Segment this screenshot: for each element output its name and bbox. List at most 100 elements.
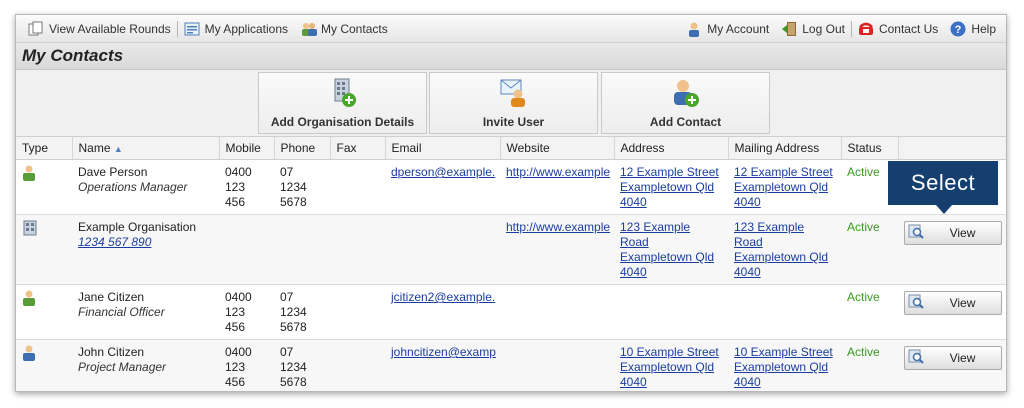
address-line: 10 Example Street [620, 345, 719, 359]
type-cell [16, 284, 72, 340]
person-icon [22, 345, 36, 364]
phone-line: 07 [280, 345, 294, 359]
sort-asc-icon: ▲ [113, 144, 123, 154]
address-line: Road [734, 235, 763, 249]
col-type[interactable]: Type [16, 137, 73, 160]
contact-role: Financial Officer [78, 305, 165, 319]
nav-label: My Contacts [321, 21, 388, 36]
mailing-address-link[interactable]: 12 Example Street Exampletown Qld 4040 [734, 165, 835, 210]
action-cell: View [898, 214, 1006, 285]
name-cell: Jane Citizen Financial Officer [72, 284, 219, 340]
mobile-line: 456 [225, 375, 246, 389]
view-label: View [949, 295, 976, 310]
email-cell: dperson@example. [385, 159, 500, 215]
address-line: 4040 [734, 375, 761, 389]
address-line: 4040 [734, 265, 761, 279]
address-cell: 12 Example Street Exampletown Qld 4040 [614, 159, 728, 215]
nav-view-available-rounds[interactable]: View Available Rounds [22, 21, 177, 37]
mobile-line: 0400 [225, 345, 252, 359]
website-cell [500, 339, 614, 391]
status-badge: Active [847, 220, 880, 234]
address-cell: 123 Example Road Exampletown Qld 4040 [614, 214, 728, 285]
col-name[interactable]: Name ▲ [72, 137, 220, 160]
applications-icon [184, 21, 200, 37]
contact-name: John Citizen [78, 345, 145, 359]
view-button[interactable]: View [904, 291, 1002, 315]
add-organisation-details-button[interactable]: Add Organisation Details [258, 72, 427, 134]
email-link[interactable]: jcitizen2@example. [391, 290, 495, 304]
col-phone[interactable]: Phone [274, 137, 331, 160]
button-label: Add Organisation Details [270, 115, 415, 129]
svg-text:?: ? [955, 24, 962, 36]
col-website[interactable]: Website [500, 137, 615, 160]
mobile-cell: 0400 123 456 [219, 284, 274, 340]
email-link[interactable]: johncitizen@examp [391, 345, 496, 359]
add-contact-button[interactable]: Add Contact [601, 72, 770, 134]
type-cell [16, 214, 72, 285]
button-label: Invite User [482, 115, 545, 129]
phone-line: 5678 [280, 375, 307, 389]
phone-cell: 07 1234 5678 [274, 284, 330, 340]
email-link[interactable]: dperson@example. [391, 165, 495, 179]
website-link[interactable]: http://www.example [506, 220, 610, 234]
address-link[interactable]: 123 Example Road Exampletown Qld 4040 [620, 220, 722, 280]
contact-name: Dave Person [78, 165, 148, 179]
view-label: View [949, 225, 976, 240]
nav-label: Contact Us [878, 21, 939, 36]
address-line: Exampletown Qld [734, 180, 829, 194]
table-row: Jane Citizen Financial Officer 0400 123 456… [16, 284, 1006, 340]
col-mailing-address[interactable]: Mailing Address [728, 137, 842, 160]
rounds-icon [28, 21, 44, 37]
col-email[interactable]: Email [385, 137, 501, 160]
nav-my-applications[interactable]: My Applications [178, 21, 294, 37]
mobile-line: 0400 [225, 165, 252, 179]
nav-help[interactable]: ? Help [944, 21, 1002, 37]
view-button[interactable]: View [904, 346, 1002, 370]
address-link[interactable]: 10 Example Street Exampletown Qld 4040 [620, 345, 722, 390]
nav-label: View Available Rounds [49, 21, 171, 36]
fax-cell [330, 284, 385, 340]
address-line: Exampletown Qld [620, 180, 715, 194]
mailing-address-cell: 123 Example Road Exampletown Qld 4040 [728, 214, 841, 285]
invite-user-button[interactable]: Invite User [429, 72, 598, 134]
address-link[interactable]: 12 Example Street Exampletown Qld 4040 [620, 165, 722, 210]
nav-log-out[interactable]: Log Out [775, 21, 851, 37]
type-cell [16, 159, 72, 215]
nav-contact-us[interactable]: Contact Us [852, 21, 944, 37]
col-status[interactable]: Status [841, 137, 899, 160]
add-contact-icon [671, 77, 701, 109]
phone-cell [274, 214, 330, 285]
button-label: Add Contact [649, 115, 722, 129]
col-fax[interactable]: Fax [330, 137, 386, 160]
address-line: Exampletown Qld [620, 250, 715, 264]
table-header-row: Type Name ▲ Mobile Phone Fax Email Websi… [16, 137, 1006, 160]
mailing-address-cell [728, 284, 841, 340]
view-button[interactable]: View [904, 221, 1002, 245]
view-label: View [949, 350, 976, 365]
top-nav-bar: View Available Rounds My Applications My… [16, 15, 1006, 43]
mailing-address-link[interactable]: 10 Example Street Exampletown Qld 4040 [734, 345, 835, 390]
address-line: Exampletown Qld [620, 360, 715, 374]
help-icon: ? [950, 21, 966, 37]
status-badge: Active [847, 290, 880, 304]
account-icon [686, 21, 702, 37]
phone-line: 5678 [280, 195, 307, 209]
address-cell [614, 284, 728, 340]
abn-link[interactable]: 1234 567 890 [78, 235, 151, 249]
status-cell: Active [841, 339, 898, 391]
phone-line: 5678 [280, 320, 307, 334]
website-link[interactable]: http://www.example [506, 165, 610, 179]
address-line: Exampletown Qld [734, 360, 829, 374]
mailing-address-link[interactable]: 123 Example Road Exampletown Qld 4040 [734, 220, 835, 280]
type-cell [16, 339, 72, 391]
magnifier-icon [908, 293, 924, 313]
phone-line: 1234 [280, 360, 307, 374]
nav-my-contacts[interactable]: My Contacts [294, 21, 394, 37]
address-line: Exampletown Qld [734, 250, 829, 264]
app-window: View Available Rounds My Applications My… [15, 14, 1007, 392]
mobile-line: 456 [225, 320, 246, 334]
email-cell [385, 214, 500, 285]
nav-my-account[interactable]: My Account [680, 21, 775, 37]
col-address[interactable]: Address [614, 137, 729, 160]
col-mobile[interactable]: Mobile [219, 137, 275, 160]
